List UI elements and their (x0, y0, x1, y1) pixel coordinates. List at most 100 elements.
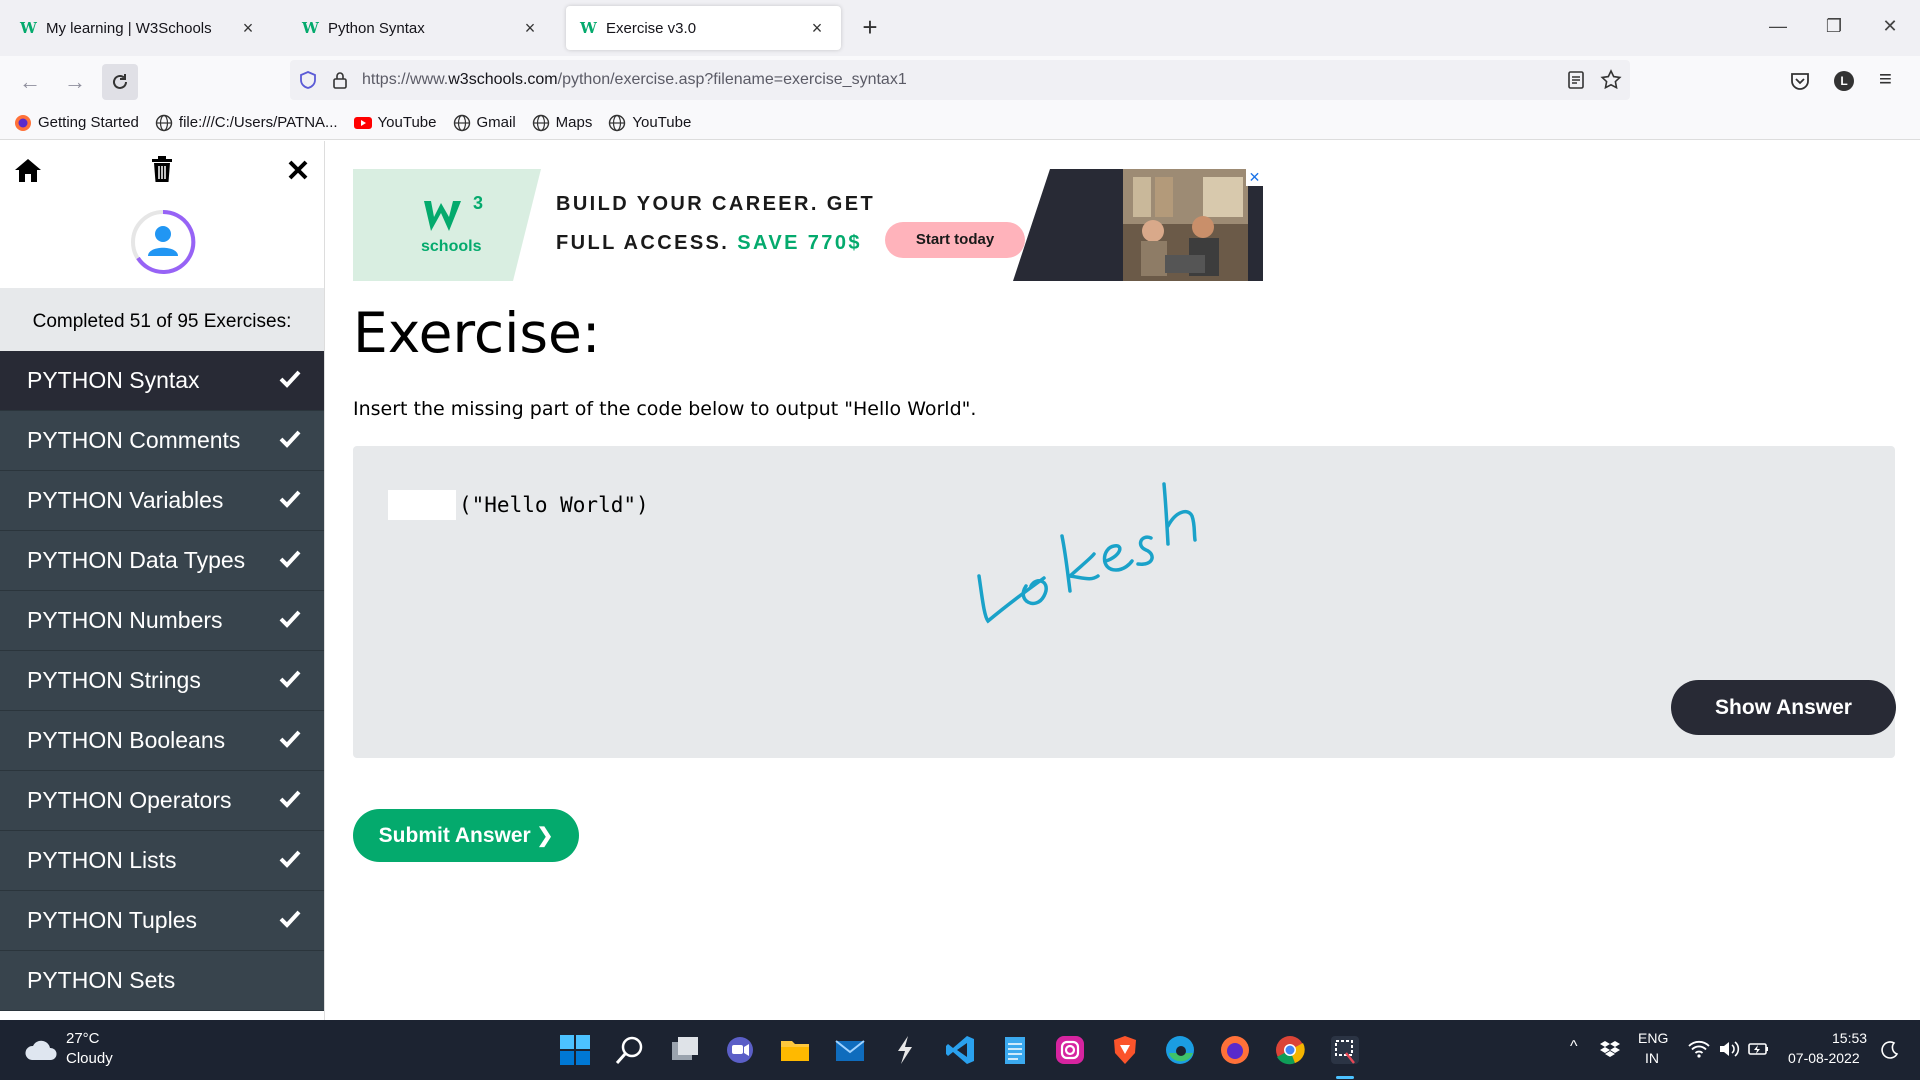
sidebar-header (0, 141, 324, 288)
tab-title: Exercise v3.0 (606, 19, 697, 37)
bookmark-youtube[interactable]: YouTube (353, 114, 437, 132)
sidebar-item-exercise[interactable]: PYTHON Sets (0, 951, 324, 1011)
code-answer-input[interactable] (388, 490, 456, 520)
bookmark-youtube-2[interactable]: YouTube (608, 114, 691, 132)
close-tab-icon[interactable]: × (520, 18, 540, 39)
pocket-icon[interactable] (1789, 70, 1811, 92)
lock-icon[interactable] (330, 70, 350, 90)
checkmark-icon (279, 610, 301, 628)
code-text: ("Hello World") (459, 493, 649, 517)
checkmark-icon (279, 550, 301, 568)
globe-icon (155, 114, 173, 131)
sidebar-item-exercise[interactable]: PYTHON Operators (0, 771, 324, 831)
volume-icon[interactable] (1718, 1040, 1740, 1058)
back-button[interactable]: ← (12, 64, 48, 100)
tracking-protection-shield-icon[interactable] (298, 70, 318, 90)
checkmark-icon (279, 670, 301, 688)
ad-banner[interactable]: 3 schools BUILD YOUR CAREER. GET FULL AC… (353, 169, 1263, 281)
dropbox-icon[interactable] (1600, 1040, 1620, 1058)
sidebar-item-label: PYTHON Strings (27, 667, 201, 693)
focus-assist-moon-icon[interactable] (1880, 1040, 1900, 1060)
sidebar-item-exercise[interactable]: PYTHON Booleans (0, 711, 324, 771)
globe-icon (453, 114, 470, 131)
clock-date[interactable]: 07-08-2022 (1788, 1050, 1860, 1066)
file-explorer-icon[interactable] (778, 1033, 812, 1067)
url-text[interactable]: https://www.w3schools.com/python/exercis… (362, 71, 907, 89)
profile-avatar[interactable]: L (1834, 71, 1854, 91)
close-window-button[interactable]: ✕ (1870, 10, 1910, 42)
w3schools-favicon-icon: W (302, 19, 319, 37)
language-code[interactable]: ENG (1638, 1030, 1668, 1046)
mail-icon[interactable] (833, 1033, 867, 1067)
clock-time[interactable]: 15:53 (1832, 1030, 1867, 1046)
notepad-icon[interactable] (998, 1033, 1032, 1067)
url-bar[interactable]: https://www.w3schools.com/python/exercis… (290, 60, 1630, 100)
instagram-icon[interactable] (1053, 1033, 1087, 1067)
home-icon[interactable] (14, 157, 42, 183)
sidebar-item-exercise[interactable]: PYTHON Variables (0, 471, 324, 531)
menu-hamburger-icon[interactable]: ≡ (1879, 66, 1892, 92)
close-tab-icon[interactable]: × (238, 18, 258, 39)
battery-icon[interactable] (1748, 1040, 1770, 1058)
sidebar-item-label: PYTHON Lists (27, 847, 177, 873)
trash-icon[interactable] (150, 155, 174, 183)
close-sidebar-icon[interactable] (287, 159, 309, 181)
close-tab-icon[interactable]: × (807, 18, 827, 39)
globe-icon (532, 114, 549, 131)
brave-browser-icon[interactable] (1108, 1033, 1142, 1067)
sidebar-item-exercise[interactable]: PYTHON Numbers (0, 591, 324, 651)
sidebar-item-exercise[interactable]: PYTHON Comments (0, 411, 324, 471)
sublime-text-icon[interactable] (888, 1033, 922, 1067)
sidebar-item-exercise[interactable]: PYTHON Strings (0, 651, 324, 711)
new-tab-button[interactable]: + (858, 12, 882, 42)
chevron-up-icon[interactable]: ^ (1570, 1038, 1578, 1056)
tab-exercise[interactable]: W Exercise v3.0 × (566, 6, 841, 50)
active-app-indicator (1336, 1076, 1354, 1079)
ad-close-icon[interactable]: ✕ (1246, 169, 1263, 186)
edge-browser-icon[interactable] (1163, 1033, 1197, 1067)
ad-headline-2: FULL ACCESS. SAVE 770$ (556, 232, 862, 255)
completion-progress: Completed 51 of 95 Exercises: (0, 288, 324, 351)
vscode-icon[interactable] (943, 1033, 977, 1067)
task-view-icon[interactable] (668, 1033, 702, 1067)
w3-logo-icon (424, 201, 461, 231)
exercise-list: PYTHON Syntax PYTHON Comments PYTHON Varia… (0, 351, 324, 1011)
sidebar-item-exercise[interactable]: PYTHON Lists (0, 831, 324, 891)
weather-description: Cloudy (66, 1050, 113, 1067)
chrome-browser-icon[interactable] (1273, 1033, 1307, 1067)
sidebar-item-exercise[interactable]: PYTHON Data Types (0, 531, 324, 591)
sidebar-item-label: PYTHON Booleans (27, 727, 226, 753)
reload-button[interactable] (102, 64, 138, 100)
w3schools-logo: 3 schools (421, 193, 483, 256)
checkmark-icon (279, 430, 301, 448)
wifi-icon[interactable] (1688, 1040, 1710, 1058)
restore-button[interactable]: ❐ (1814, 10, 1854, 42)
teams-chat-icon[interactable] (723, 1033, 757, 1067)
bookmark-label: Maps (555, 114, 593, 131)
user-avatar-icon (131, 209, 196, 274)
sidebar-item-exercise[interactable]: PYTHON Tuples (0, 891, 324, 951)
bookmark-maps[interactable]: Maps (532, 114, 593, 132)
tab-my-learning[interactable]: W My learning | W3Schools × (6, 6, 272, 50)
sidebar-item-exercise[interactable]: PYTHON Syntax (0, 351, 324, 411)
bookmark-getting-started[interactable]: Getting Started (14, 114, 139, 132)
ad-headline-1: BUILD YOUR CAREER. GET (556, 193, 876, 215)
checkmark-icon (279, 910, 301, 928)
snipping-tool-icon[interactable] (1328, 1033, 1362, 1067)
windows-start-icon[interactable] (558, 1033, 592, 1067)
firefox-taskbar-icon[interactable] (1218, 1033, 1252, 1067)
submit-answer-button[interactable]: Submit Answer ❯ (353, 809, 579, 862)
bookmark-file[interactable]: file:///C:/Users/PATNA... (155, 114, 338, 132)
language-region[interactable]: IN (1645, 1050, 1659, 1066)
search-icon[interactable] (613, 1033, 647, 1067)
bookmark-gmail[interactable]: Gmail (453, 114, 516, 132)
minimize-button[interactable]: — (1758, 10, 1798, 42)
checkmark-icon (279, 490, 301, 508)
forward-button[interactable]: → (57, 64, 93, 100)
reader-view-icon[interactable] (1566, 70, 1586, 90)
cloudy-weather-icon[interactable] (24, 1038, 58, 1062)
show-answer-button[interactable]: Show Answer (1671, 680, 1896, 735)
ad-cta-button[interactable]: Start today (885, 222, 1025, 258)
tab-python-syntax[interactable]: W Python Syntax × (288, 6, 554, 50)
bookmark-star-icon[interactable] (1600, 69, 1622, 91)
